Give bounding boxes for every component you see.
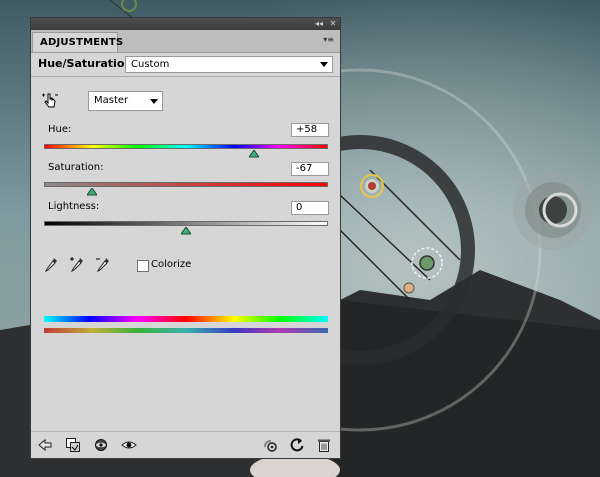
close-icon[interactable]: ✕ bbox=[327, 18, 339, 30]
saturation-value-field[interactable]: -67 bbox=[291, 162, 329, 176]
colorize-label: Colorize bbox=[151, 259, 192, 270]
lightness-value-field[interactable]: 0 bbox=[291, 201, 329, 215]
lightness-label: Lightness: bbox=[48, 201, 100, 212]
saturation-slider-track[interactable] bbox=[44, 182, 328, 187]
clip-layer-icon[interactable] bbox=[65, 437, 81, 453]
tab-adjustments[interactable]: ADJUSTMENTS bbox=[32, 32, 123, 52]
chevron-down-icon bbox=[320, 62, 328, 67]
adjustment-header: Hue/Saturation Custom bbox=[31, 52, 340, 77]
colorize-checkbox[interactable] bbox=[137, 260, 149, 272]
back-arrow-icon[interactable] bbox=[37, 437, 53, 453]
lightness-slider-track[interactable] bbox=[44, 221, 328, 226]
reset-icon[interactable] bbox=[289, 437, 305, 453]
adjustment-title: Hue/Saturation bbox=[38, 57, 133, 70]
channel-value: Master bbox=[94, 95, 129, 106]
hue-value-field[interactable]: +58 bbox=[291, 123, 329, 137]
panel-titlebar: ◂◂ ✕ bbox=[31, 18, 340, 30]
tab-row: ADJUSTMENTS ▾≡ bbox=[31, 30, 340, 53]
chevron-down-icon bbox=[150, 99, 158, 104]
eyedropper-minus-icon[interactable] bbox=[95, 256, 111, 274]
panel-menu-icon[interactable]: ▾≡ bbox=[323, 35, 334, 44]
input-spectrum-bar bbox=[44, 328, 328, 333]
eyedropper-icon[interactable] bbox=[43, 256, 59, 274]
adjusted-spectrum-bar bbox=[44, 316, 328, 322]
hue-label: Hue: bbox=[48, 124, 72, 135]
hue-slider-track[interactable] bbox=[44, 144, 328, 149]
trash-icon[interactable] bbox=[316, 437, 332, 453]
target-adjustment-icon[interactable] bbox=[41, 91, 59, 109]
adjustments-panel: ◂◂ ✕ ADJUSTMENTS ▾≡ Hue/Saturation Custo… bbox=[30, 17, 341, 459]
panel-bottom-toolbar bbox=[31, 431, 340, 458]
channel-dropdown[interactable]: Master bbox=[88, 91, 163, 111]
saturation-label: Saturation: bbox=[48, 162, 104, 173]
collapse-icon[interactable]: ◂◂ bbox=[313, 18, 325, 30]
preset-dropdown[interactable]: Custom bbox=[125, 56, 333, 73]
eye-icon[interactable] bbox=[121, 437, 137, 453]
eyedropper-plus-icon[interactable] bbox=[69, 256, 85, 274]
previous-state-icon[interactable] bbox=[261, 437, 277, 453]
preset-value: Custom bbox=[131, 59, 170, 70]
visibility-toggle-icon[interactable] bbox=[93, 437, 109, 453]
